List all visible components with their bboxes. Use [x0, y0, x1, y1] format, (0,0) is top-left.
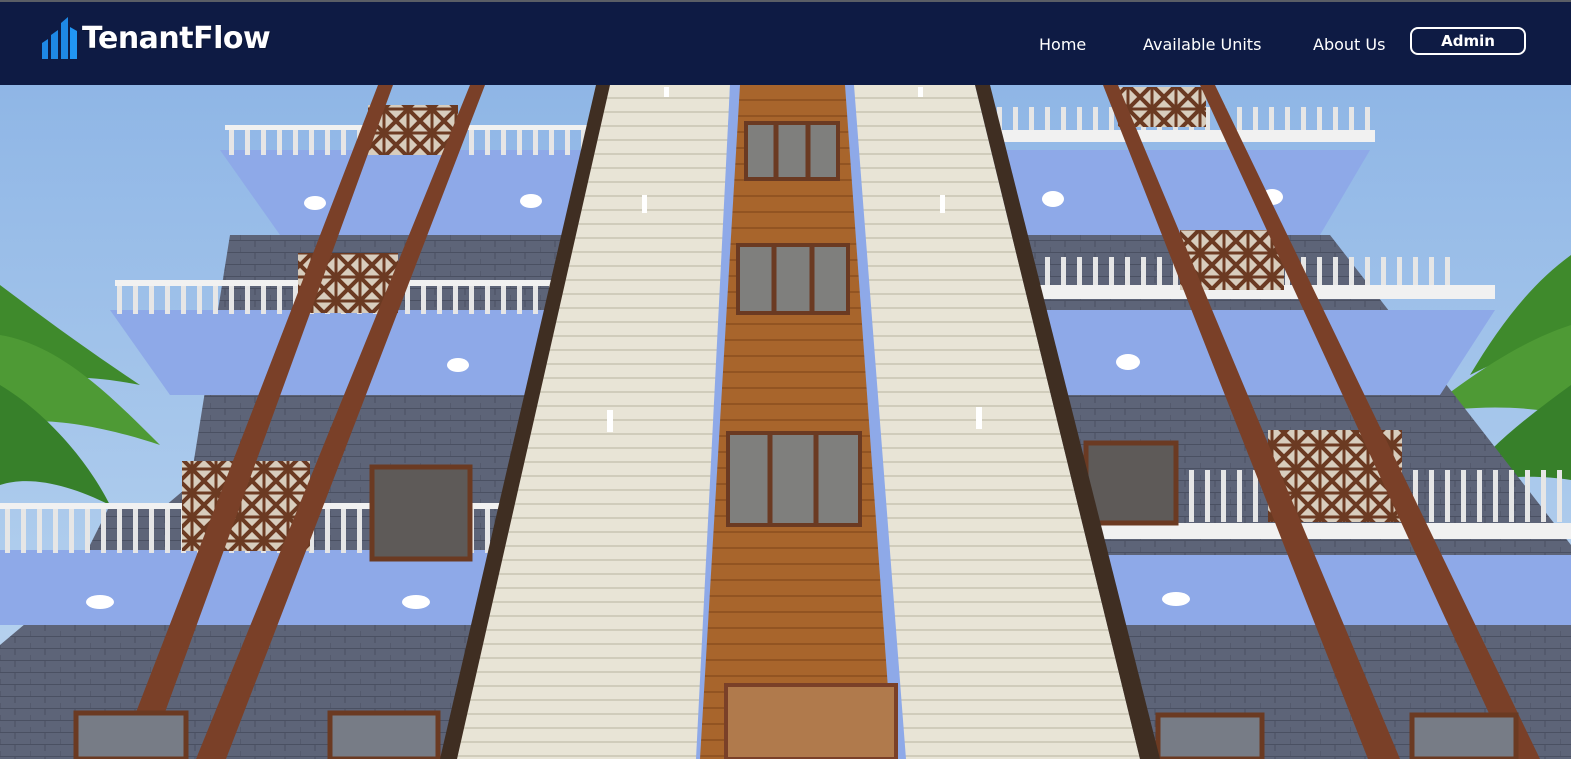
navbar: TenantFlow Home Available Units About Us… — [0, 2, 1571, 85]
nav-home[interactable]: Home — [1039, 35, 1086, 54]
brand-logo-link[interactable]: TenantFlow — [40, 16, 271, 60]
nav-about-us[interactable]: About Us — [1313, 35, 1385, 54]
nav-available-units[interactable]: Available Units — [1143, 35, 1261, 54]
brand-name: TenantFlow — [82, 20, 271, 56]
hero-image — [0, 85, 1571, 759]
admin-button[interactable]: Admin — [1410, 27, 1526, 55]
building-bars-icon — [40, 17, 80, 59]
